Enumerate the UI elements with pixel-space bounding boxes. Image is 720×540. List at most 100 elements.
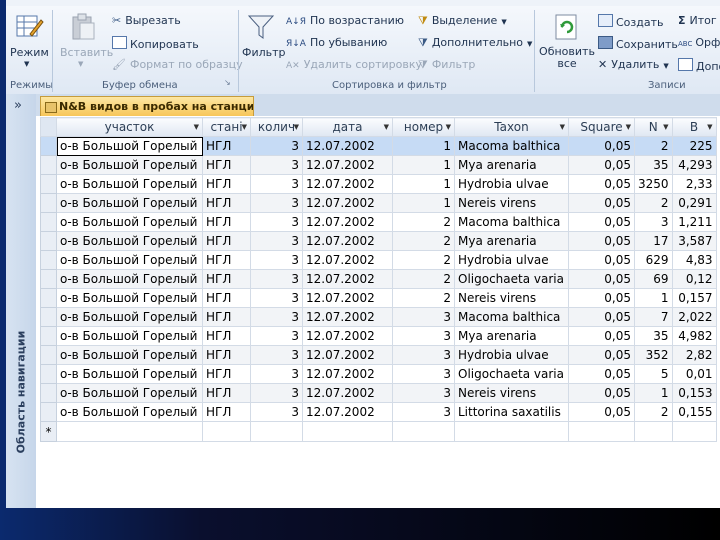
- table-cell[interactable]: НГЛ: [202, 345, 251, 365]
- table-cell[interactable]: 3: [250, 345, 303, 365]
- table-cell[interactable]: 12.07.2002: [302, 383, 393, 403]
- table-cell[interactable]: 3: [250, 193, 303, 213]
- table-cell[interactable]: НГЛ: [202, 231, 251, 251]
- chevron-down-icon[interactable]: ▼: [663, 123, 668, 131]
- record-selector[interactable]: [40, 326, 57, 346]
- table-cell[interactable]: 3: [392, 326, 455, 346]
- table-cell[interactable]: 2,022: [671, 307, 717, 327]
- table-cell[interactable]: 3: [392, 345, 455, 365]
- table-cell[interactable]: 3: [250, 326, 303, 346]
- advanced-filter-button[interactable]: ⧩ Дополнительно ▼: [418, 36, 532, 50]
- table-row[interactable]: о-в Большой Горелый НГЛ 3 12.07.2002 3 Oligoc…: [40, 364, 717, 384]
- new-record-marker[interactable]: *: [40, 421, 57, 442]
- table-cell[interactable]: о-в Большой Горелый: [56, 212, 203, 232]
- table-cell[interactable]: 1: [392, 193, 455, 213]
- table-cell[interactable]: 0,05: [568, 383, 635, 403]
- table-cell[interactable]: 0,05: [568, 307, 635, 327]
- record-selector[interactable]: [40, 345, 57, 365]
- record-selector[interactable]: [40, 136, 57, 156]
- table-cell[interactable]: 4,293: [671, 155, 717, 175]
- table-cell[interactable]: 3: [250, 136, 303, 156]
- table-cell[interactable]: 2,82: [671, 345, 717, 365]
- table-cell[interactable]: 12.07.2002: [302, 231, 393, 251]
- table-cell[interactable]: 12.07.2002: [302, 155, 393, 175]
- save-record-button[interactable]: Сохранить: [598, 36, 678, 51]
- table-cell[interactable]: 2: [634, 136, 673, 156]
- table-cell[interactable]: о-в Большой Горелый: [56, 250, 203, 270]
- copy-button[interactable]: Копировать: [112, 36, 199, 51]
- table-cell[interactable]: 0,05: [568, 326, 635, 346]
- table-cell[interactable]: 12.07.2002: [302, 212, 393, 232]
- table-cell[interactable]: 1: [392, 174, 455, 194]
- table-cell[interactable]: 7: [634, 307, 673, 327]
- record-selector[interactable]: [40, 231, 57, 251]
- table-cell[interactable]: Mya arenaria: [454, 326, 569, 346]
- select-all-cell[interactable]: [40, 117, 57, 137]
- navigation-pane-label[interactable]: Область навигации: [15, 331, 28, 454]
- table-cell[interactable]: 17: [634, 231, 673, 251]
- table-row[interactable]: о-в Большой Горелый НГЛ 3 12.07.2002 3 Mya ar…: [40, 326, 717, 346]
- record-selector[interactable]: [40, 269, 57, 289]
- table-cell[interactable]: Macoma balthica: [454, 212, 569, 232]
- column-header-b[interactable]: B ▼: [671, 117, 717, 137]
- table-cell[interactable]: 0,153: [671, 383, 717, 403]
- table-cell[interactable]: 35: [634, 155, 673, 175]
- table-cell[interactable]: 3: [634, 212, 673, 232]
- table-row[interactable]: о-в Большой Горелый НГЛ 3 12.07.2002 2 Oligoc…: [40, 269, 717, 289]
- table-row[interactable]: о-в Большой Горелый НГЛ 3 12.07.2002 1 Macoma…: [40, 136, 717, 156]
- table-cell[interactable]: НГЛ: [202, 288, 251, 308]
- table-cell[interactable]: 3: [250, 269, 303, 289]
- record-selector[interactable]: [40, 250, 57, 270]
- table-cell[interactable]: 2: [634, 402, 673, 422]
- table-cell[interactable]: НГЛ: [202, 193, 251, 213]
- table-cell[interactable]: 2: [392, 250, 455, 270]
- record-selector[interactable]: [40, 402, 57, 422]
- table-cell[interactable]: 12.07.2002: [302, 193, 393, 213]
- table-cell[interactable]: 12.07.2002: [302, 326, 393, 346]
- chevron-down-icon[interactable]: ▼: [707, 123, 712, 131]
- table-cell[interactable]: [202, 421, 251, 442]
- table-cell[interactable]: 0,05: [568, 212, 635, 232]
- table-cell[interactable]: НГЛ: [202, 212, 251, 232]
- spelling-button[interactable]: ABC Орф: [678, 36, 720, 49]
- table-cell[interactable]: Nereis virens: [454, 383, 569, 403]
- table-row[interactable]: о-в Большой Горелый НГЛ 3 12.07.2002 3 Hydrob…: [40, 345, 717, 365]
- sort-descending-button[interactable]: Я↓А По убыванию: [286, 36, 387, 49]
- table-cell[interactable]: о-в Большой Горелый: [56, 307, 203, 327]
- sort-ascending-button[interactable]: А↓Я По возрастанию: [286, 14, 404, 27]
- table-cell[interactable]: Hydrobia ulvae: [454, 174, 569, 194]
- table-cell[interactable]: НГЛ: [202, 250, 251, 270]
- table-cell[interactable]: НГЛ: [202, 383, 251, 403]
- table-cell[interactable]: 4,83: [671, 250, 717, 270]
- table-cell[interactable]: о-в Большой Горелый: [56, 231, 203, 251]
- table-cell[interactable]: 1: [392, 136, 455, 156]
- table-cell[interactable]: [568, 421, 635, 442]
- table-cell[interactable]: 12.07.2002: [302, 345, 393, 365]
- table-cell[interactable]: 1,211: [671, 212, 717, 232]
- table-cell[interactable]: 0,05: [568, 136, 635, 156]
- table-cell[interactable]: 3: [250, 155, 303, 175]
- table-cell[interactable]: НГЛ: [202, 136, 251, 156]
- new-record-button[interactable]: Создать: [598, 14, 664, 29]
- table-cell[interactable]: о-в Большой Горелый: [56, 155, 203, 175]
- table-cell[interactable]: 35: [634, 326, 673, 346]
- table-cell[interactable]: Macoma balthica: [454, 307, 569, 327]
- selection-button[interactable]: ⧩ Выделение ▼: [418, 14, 507, 28]
- column-header-uchastok[interactable]: участок ▼: [56, 117, 203, 137]
- table-cell[interactable]: 1: [634, 383, 673, 403]
- record-selector[interactable]: [40, 288, 57, 308]
- table-cell[interactable]: 0,12: [671, 269, 717, 289]
- table-cell[interactable]: 12.07.2002: [302, 288, 393, 308]
- table-cell[interactable]: о-в Большой Горелый: [56, 174, 203, 194]
- table-row[interactable]: о-в Большой Горелый НГЛ 3 12.07.2002 3 Nereis…: [40, 383, 717, 403]
- table-cell[interactable]: 12.07.2002: [302, 307, 393, 327]
- column-header-data[interactable]: дата ▼: [302, 117, 393, 137]
- table-cell[interactable]: 3: [250, 288, 303, 308]
- column-header-kolichestvo[interactable]: колич ▼: [250, 117, 303, 137]
- table-cell[interactable]: НГЛ: [202, 402, 251, 422]
- table-cell[interactable]: о-в Большой Горелый: [56, 288, 203, 308]
- table-cell[interactable]: [250, 421, 303, 442]
- column-header-taxon[interactable]: Taxon ▼: [454, 117, 569, 137]
- table-cell[interactable]: 3: [250, 174, 303, 194]
- more-button[interactable]: Допо: [678, 58, 720, 73]
